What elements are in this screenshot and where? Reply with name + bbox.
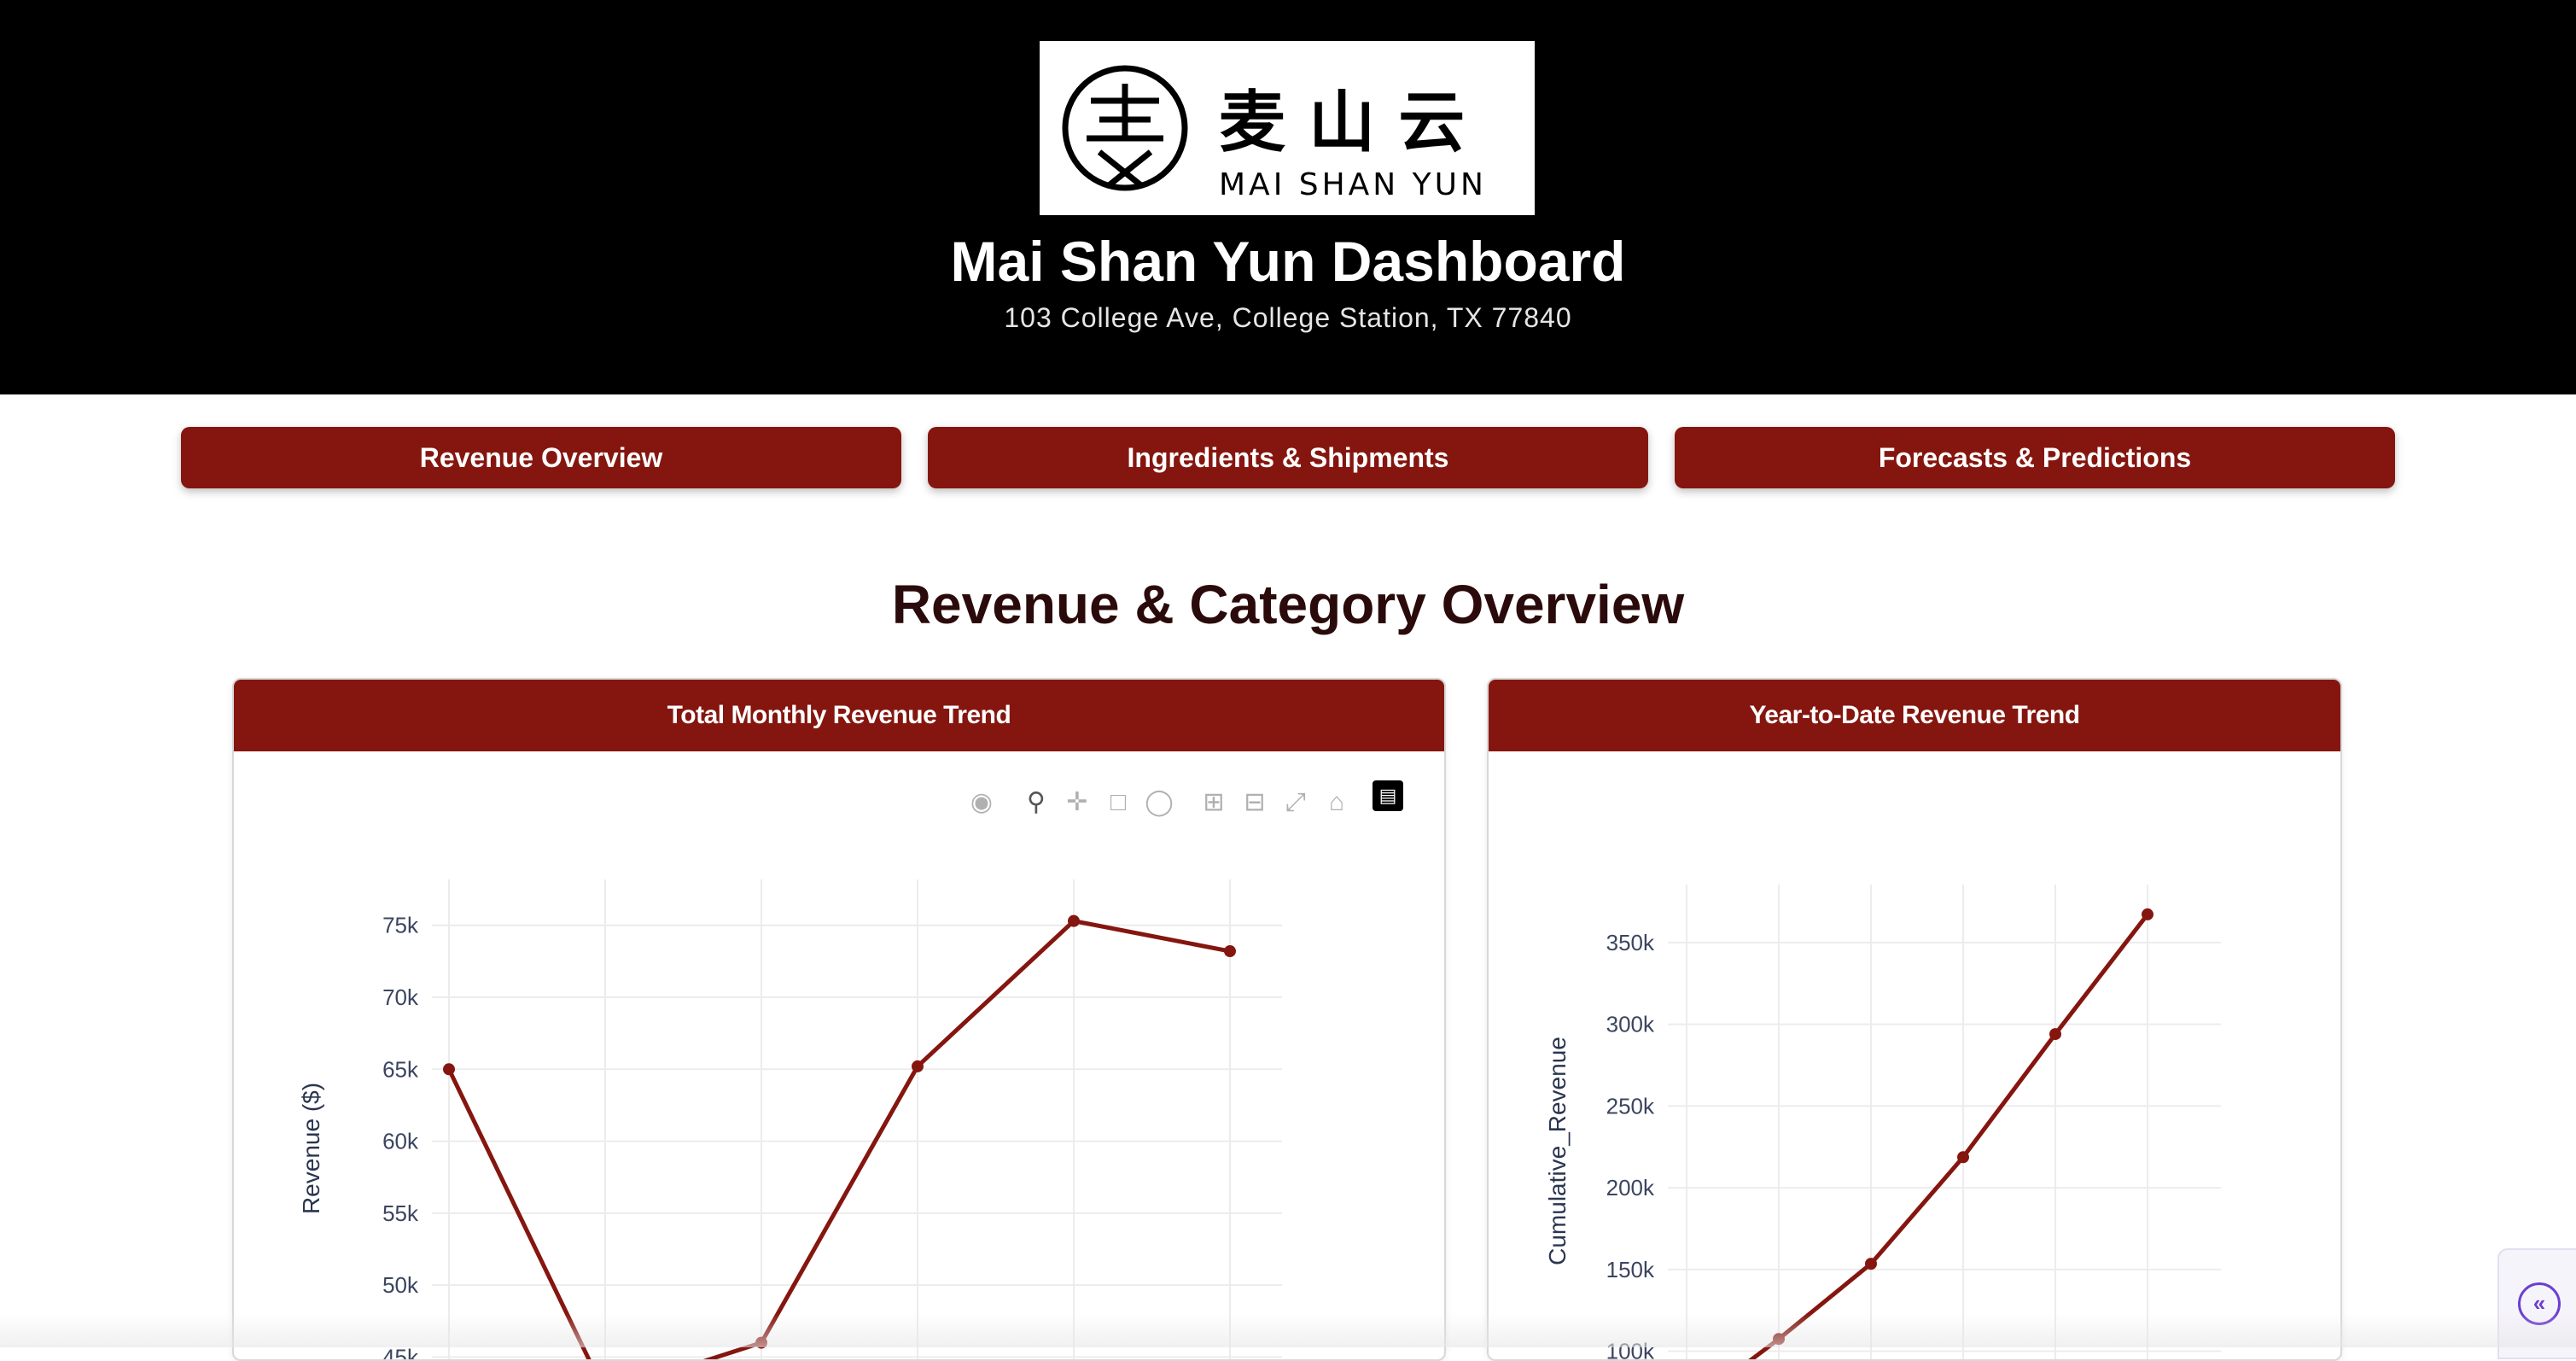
section-title: Revenue & Category Overview [891,574,1685,635]
y-tick-label: 75k [382,913,419,938]
brand-en-text: MAI SHAN YUN [1219,167,1487,202]
pan-icon[interactable]: ✛ [1060,786,1094,820]
ytd-revenue-card-title: Year-to-Date Revenue Trend [1489,680,2340,751]
y-tick-label: 200k [1606,1175,1655,1200]
data-point[interactable] [755,1336,767,1349]
box-select-icon[interactable]: □ [1101,786,1135,820]
header-banner: 麦 山 云 MAI SHAN YUN Mai Shan Yun Dashboar… [0,0,2576,394]
ytd-revenue-card: Year-to-Date Revenue Trend 350k 300k 250k 2… [1487,678,2342,1361]
tab-ingredients-shipments[interactable]: Ingredients & Shipments [928,427,1648,488]
data-point[interactable] [912,1060,924,1072]
zoom-out-icon[interactable]: ⊟ [1238,786,1272,820]
lasso-select-icon[interactable]: ◯ [1142,786,1176,820]
tab-forecasts-predictions[interactable]: Forecasts & Predictions [1675,427,2395,488]
y-tick-label: 70k [382,984,419,1010]
zoom-icon[interactable]: ⚲ [1019,786,1053,820]
data-point[interactable] [1068,914,1080,927]
y-tick-label: 50k [382,1272,419,1298]
tab-revenue-overview[interactable]: Revenue Overview [181,427,901,488]
y-tick-label: 350k [1606,930,1655,955]
brand-cn-text: 麦 山 云 [1219,85,1465,161]
page-title: Mai Shan Yun Dashboard [950,230,1626,293]
collapse-chevrons-icon: « [2518,1282,2561,1325]
data-point[interactable] [2142,908,2153,920]
collapse-panel-button[interactable]: « [2497,1248,2576,1359]
y-axis-label: Revenue ($) [298,1083,324,1214]
y-tick-label: 100k [1606,1339,1655,1361]
address-text: 103 College Ave, College Station, TX 778… [1004,302,1572,333]
data-point[interactable] [1865,1258,1877,1270]
brand-logo: 麦 山 云 MAI SHAN YUN [1040,41,1535,215]
zoom-in-icon[interactable]: ⊞ [1197,786,1231,820]
reset-axes-icon[interactable]: ⌂ [1320,786,1354,820]
monthly-revenue-card-title: Total Monthly Revenue Trend [234,680,1444,751]
y-tick-label: 60k [382,1129,419,1154]
y-tick-label: 55k [382,1200,419,1226]
camera-icon[interactable]: ◉ [965,786,999,820]
data-point[interactable] [1224,945,1236,958]
data-point[interactable] [443,1063,455,1076]
y-tick-label: 300k [1606,1012,1655,1037]
y-tick-label: 250k [1606,1093,1655,1119]
data-point[interactable] [1773,1333,1785,1346]
series-line[interactable] [1687,913,2149,1361]
y-tick-label: 65k [382,1056,419,1082]
monthly-revenue-card: Total Monthly Revenue Trend 75k 70k 65k 60k… [232,678,1446,1361]
plotly-logo-icon[interactable]: ▤ [1373,780,1403,811]
y-axis-label: Cumulative_Revenue [1544,1037,1571,1265]
autoscale-icon[interactable]: ⤢ [1279,786,1313,820]
ytd-revenue-chart[interactable]: 350k 300k 250k 200k 150k 100k Cumulative_Reven… [1489,751,2342,1361]
mai-shan-yun-logo-icon [1062,65,1188,191]
y-tick-label: 150k [1606,1257,1655,1282]
data-point[interactable] [1957,1151,1969,1164]
y-tick-label: 45k [382,1344,419,1361]
data-point[interactable] [2049,1028,2061,1041]
monthly-revenue-chart[interactable]: 75k 70k 65k 60k 55k 50k 45k Revenue ($) [234,751,1446,1361]
